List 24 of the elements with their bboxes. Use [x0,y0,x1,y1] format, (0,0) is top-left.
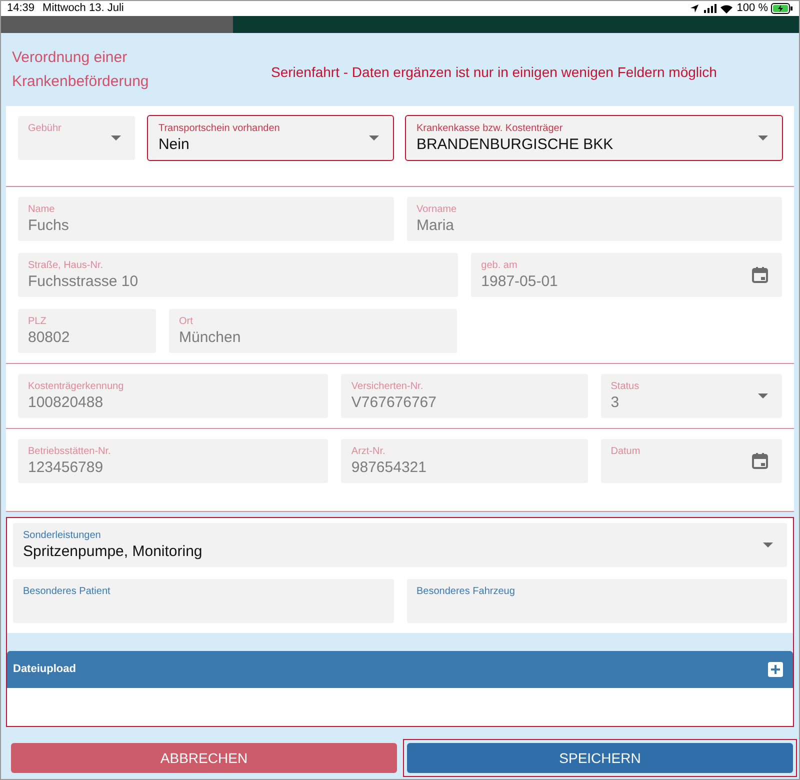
location-icon [690,4,699,13]
battery-percent: 100 % [736,1,768,16]
select-field[interactable]: Transportschein vorhanden Nein [148,116,394,160]
select-field[interactable]: Sonderleistungen Spritzenpumpe, Monitoring [13,523,787,567]
caret-icon [758,394,768,398]
select-field[interactable]: Krankenkasse bzw. Kostenträger BRANDENBURGISCHE BKK [406,116,782,160]
form-title: Verordnung einer Krankenbeförderung [12,48,150,92]
notice-text: Serienfahrt - Daten ergänzen ist nur in einigen wenigen Feldern möglich [271,63,717,82]
caret-icon [758,136,768,140]
status-date: Mittwoch 13. Juli [42,1,124,16]
status-time: 14:39 [7,1,35,16]
signal-icon [702,4,717,13]
cancel-button[interactable]: ABBRECHEN [11,743,397,773]
input-field[interactable]: Besonderes Patient [13,579,394,623]
caret-icon [369,136,380,140]
caret-icon [763,542,773,548]
add-icon[interactable] [768,662,783,677]
wifi-icon [720,4,733,14]
caret-icon [111,136,122,140]
upload-title: Dateiupload [13,662,76,678]
calendar-icon [752,267,768,283]
input-field[interactable]: Besonderes Fahrzeug [406,579,787,623]
calendar-icon [752,453,768,469]
save-button[interactable]: SPEICHERN [407,743,793,773]
